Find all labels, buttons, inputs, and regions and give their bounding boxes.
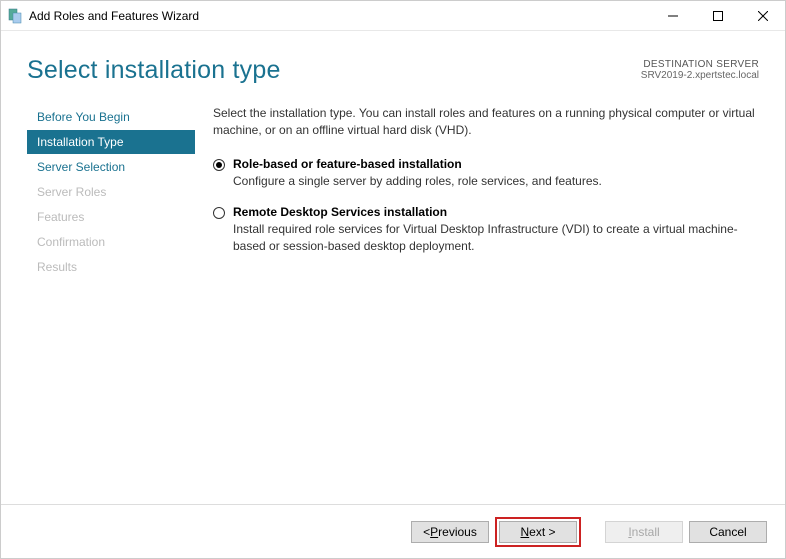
option-desc: Configure a single server by adding role…: [233, 173, 759, 190]
sidebar-item-server-selection[interactable]: Server Selection: [27, 155, 195, 179]
sidebar-item-results: Results: [27, 255, 195, 279]
option-body: Remote Desktop Services installation Ins…: [233, 205, 759, 255]
destination-server: SRV2019-2.xpertstec.local: [641, 70, 759, 81]
maximize-button[interactable]: [695, 1, 740, 31]
radio-role-based[interactable]: [213, 159, 225, 171]
sidebar: Before You Begin Installation Type Serve…: [27, 105, 195, 504]
install-button: Install: [605, 521, 683, 543]
body: Before You Begin Installation Type Serve…: [1, 105, 785, 504]
option-role-based[interactable]: Role-based or feature-based installation…: [213, 157, 759, 190]
page-title: Select installation type: [27, 56, 281, 85]
cancel-button[interactable]: Cancel: [689, 521, 767, 543]
sidebar-item-confirmation: Confirmation: [27, 230, 195, 254]
titlebar: Add Roles and Features Wizard: [1, 1, 785, 31]
option-title: Remote Desktop Services installation: [233, 205, 759, 219]
sidebar-item-features: Features: [27, 205, 195, 229]
sidebar-item-installation-type[interactable]: Installation Type: [27, 130, 195, 154]
header: Select installation type DESTINATION SER…: [1, 31, 785, 105]
destination-label: DESTINATION SERVER: [641, 59, 759, 70]
server-manager-icon: [7, 8, 23, 24]
content: Select the installation type. You can in…: [213, 105, 759, 504]
window-title: Add Roles and Features Wizard: [29, 9, 650, 23]
next-button-highlight: Next >: [495, 517, 581, 547]
next-button[interactable]: Next >: [499, 521, 577, 543]
sidebar-item-before-you-begin[interactable]: Before You Begin: [27, 105, 195, 129]
sidebar-item-server-roles: Server Roles: [27, 180, 195, 204]
destination-block: DESTINATION SERVER SRV2019-2.xpertstec.l…: [641, 56, 759, 81]
footer: < Previous Next > Install Cancel: [1, 504, 785, 558]
previous-button[interactable]: < Previous: [411, 521, 489, 543]
option-desc: Install required role services for Virtu…: [233, 221, 759, 255]
minimize-button[interactable]: [650, 1, 695, 31]
window-controls: [650, 1, 785, 30]
option-body: Role-based or feature-based installation…: [233, 157, 759, 190]
option-rds[interactable]: Remote Desktop Services installation Ins…: [213, 205, 759, 255]
radio-rds[interactable]: [213, 207, 225, 219]
intro-text: Select the installation type. You can in…: [213, 105, 759, 139]
close-button[interactable]: [740, 1, 785, 31]
option-title: Role-based or feature-based installation: [233, 157, 759, 171]
